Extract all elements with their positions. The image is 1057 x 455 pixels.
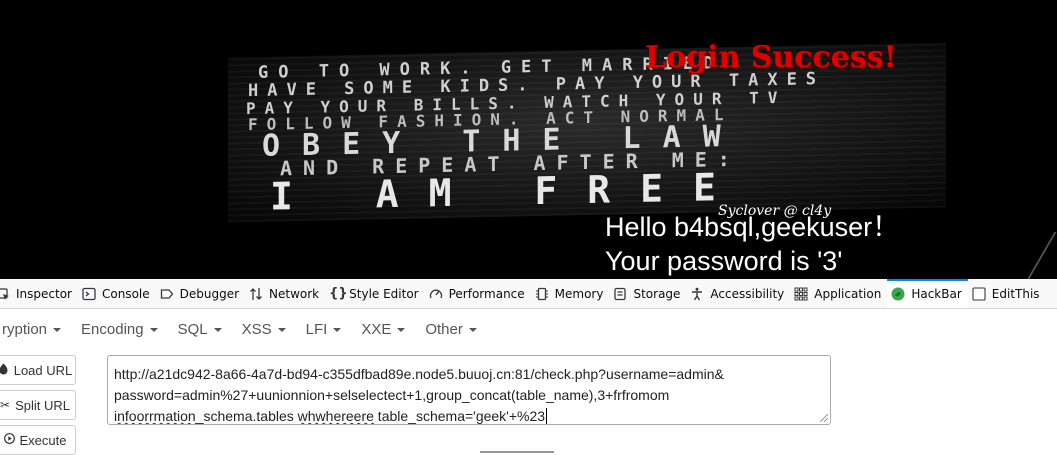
- button-label: Execute: [19, 432, 67, 448]
- scissors-icon: ✂: [0, 398, 11, 412]
- tab-editthis[interactable]: EditThis: [968, 279, 1046, 308]
- hackbar-icon: [891, 287, 905, 301]
- devtools-toolbar: Inspector Console Debugger Network {} Sty…: [0, 279, 1057, 309]
- decorative-shape: [1025, 232, 1057, 279]
- application-icon: [794, 287, 808, 301]
- tab-application[interactable]: Application: [790, 279, 887, 308]
- tab-hackbar[interactable]: HackBar: [887, 279, 969, 308]
- tab-inspector[interactable]: Inspector: [0, 279, 78, 308]
- chevron-down-icon: [149, 327, 158, 332]
- menu-other[interactable]: Other: [415, 321, 487, 338]
- hello-line: Hello b4bsql,geekuser！: [605, 212, 900, 242]
- button-label: Load URL: [13, 362, 73, 378]
- url-line: table_schema='geek'+%23: [373, 408, 546, 424]
- result-message: Hello b4bsql,geekuser！ Your password is …: [605, 210, 899, 278]
- tab-network[interactable]: Network: [245, 279, 325, 308]
- debugger-icon: [160, 287, 174, 301]
- performance-icon: [429, 287, 443, 301]
- tab-label: Console: [101, 286, 150, 301]
- tab-label: Inspector: [16, 286, 72, 301]
- play-icon: [3, 433, 15, 447]
- text-cursor: [546, 408, 548, 424]
- tab-storage[interactable]: Storage: [609, 279, 686, 308]
- url-misspelled-word: whwhereere: [297, 408, 374, 424]
- tab-debugger[interactable]: Debugger: [156, 279, 245, 308]
- split-url-button[interactable]: ✂ Split URL: [0, 390, 76, 420]
- execute-button[interactable]: Execute: [0, 425, 76, 455]
- tab-performance[interactable]: Performance: [425, 279, 531, 308]
- menu-label: XSS: [241, 320, 272, 338]
- chevron-down-icon: [468, 327, 477, 332]
- menu-label: ryption: [2, 320, 48, 338]
- resize-handle-icon[interactable]: [820, 414, 828, 422]
- memory-icon: [535, 287, 549, 301]
- login-success-title: Login Success!: [645, 40, 897, 75]
- url-misspelled-word: infoorrmation: [114, 408, 196, 424]
- menu-label: LFI: [305, 320, 328, 338]
- menu-label: SQL: [177, 320, 208, 338]
- storage-icon: [613, 287, 627, 301]
- chevron-down-icon: [213, 327, 222, 332]
- menu-label: Other: [425, 320, 463, 338]
- url-line: http://a21dc942-8a66-4a7d-bd94-c355dfbad…: [114, 366, 724, 382]
- chevron-down-icon: [333, 327, 342, 332]
- tab-label: Memory: [554, 286, 604, 301]
- tab-label: Accessibility: [710, 286, 785, 301]
- console-icon: [82, 287, 96, 301]
- load-icon: [0, 363, 9, 378]
- web-page: GO TO WORK. GET MARRIED HAVE SOME KIDS. …: [0, 0, 1057, 279]
- url-textarea[interactable]: http://a21dc942-8a66-4a7d-bd94-c355dfbad…: [107, 355, 831, 425]
- network-icon: [249, 287, 263, 301]
- button-label: Split URL: [15, 397, 70, 413]
- tab-style-editor[interactable]: {} Style Editor: [325, 279, 424, 308]
- load-url-button[interactable]: Load URL: [0, 355, 76, 385]
- checkbox-icon: [972, 286, 986, 301]
- menu-encoding[interactable]: Encoding: [71, 321, 168, 338]
- url-line: _schema.tables: [195, 408, 298, 424]
- hackbar-menu: ryption Encoding SQL XSS LFI XXE Other: [0, 309, 1057, 349]
- accessibility-icon: [690, 287, 704, 301]
- tab-label: Performance: [448, 286, 525, 301]
- menu-lfi[interactable]: LFI: [296, 321, 352, 338]
- tab-label: Style Editor: [349, 286, 419, 301]
- menu-encryption[interactable]: ryption: [0, 321, 71, 338]
- menu-xxe[interactable]: XXE: [351, 321, 415, 338]
- style-editor-icon: {}: [329, 285, 348, 301]
- chevron-down-icon: [397, 327, 406, 332]
- menu-label: Encoding: [81, 320, 144, 338]
- tab-console[interactable]: Console: [78, 279, 156, 308]
- menu-sql[interactable]: SQL: [168, 321, 232, 338]
- tab-label: Network: [269, 286, 320, 301]
- password-line: Your password is '3': [605, 246, 843, 276]
- tab-label: HackBar: [911, 286, 962, 301]
- tab-memory[interactable]: Memory: [531, 279, 610, 308]
- inspector-icon: [0, 287, 10, 301]
- url-line: password=admin%27+uunionnion+selselectec…: [114, 387, 670, 403]
- tab-label: Storage: [633, 286, 681, 301]
- tab-label: EditThis: [991, 286, 1040, 301]
- tab-label: Debugger: [179, 286, 240, 301]
- bottom-edge-tab: [480, 451, 554, 453]
- chevron-down-icon: [53, 327, 62, 332]
- tab-accessibility[interactable]: Accessibility: [686, 279, 790, 308]
- menu-label: XXE: [361, 320, 392, 338]
- menu-xss[interactable]: XSS: [232, 321, 296, 338]
- tab-label: Application: [814, 286, 882, 301]
- chevron-down-icon: [277, 327, 286, 332]
